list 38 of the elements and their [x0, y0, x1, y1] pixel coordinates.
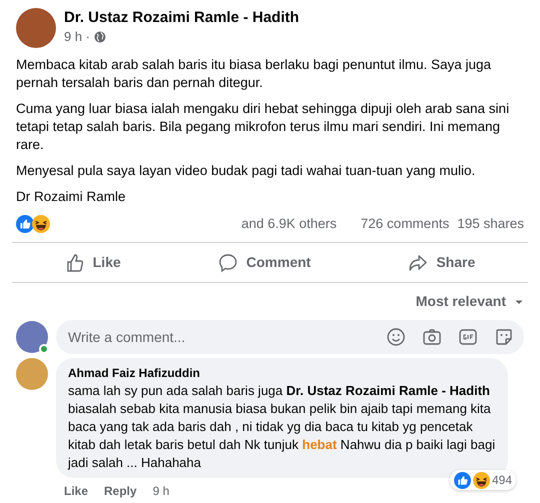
- speech-bubble-icon: [218, 252, 238, 273]
- comment-text: sama lah sy pun ada salah baris juga Dr. Ustaz Rozaimi Ramle - Hadith biasalah sebab kita manusia biasa bukan pelik bin ajaib tapi memang kita baca yang tak ada baris dah , ni tidak yg dia baca tu kitab yg pencetak kitab dah letak baris betul dah Nk tunjuk hebat Nahwu dia p baiki lagi bagi jadi salah ... Hahahaha: [68, 382, 496, 472]
- post-paragraph: Membaca kitab arab salah baris itu biasa berlaku bagi penuntut ilmu. Saya juga pernah tersalah baris dan pernah ditegur.: [16, 56, 492, 92]
- camera-icon[interactable]: [422, 327, 442, 348]
- author-name[interactable]: Dr. Ustaz Rozaimi Ramle - Hadith: [64, 9, 300, 28]
- gif-icon[interactable]: [458, 327, 478, 348]
- comment-action-link[interactable]: Reply: [104, 482, 137, 500]
- share-count[interactable]: 195 shares: [457, 214, 524, 234]
- like-reaction-icon: [16, 215, 34, 234]
- post-paragraph: Menyesal pula saya layan video budak pagi tadi wahai tuan-tuan yang mulio.: [16, 162, 476, 180]
- author-avatar: [16, 8, 56, 48]
- commenter-avatar: [16, 358, 48, 390]
- comment-field[interactable]: Write a comment...: [66, 326, 386, 349]
- post-time[interactable]: 9 h ·: [64, 27, 90, 47]
- share-button[interactable]: Share: [394, 247, 490, 278]
- comment-composer[interactable]: Write a comment...: [56, 320, 524, 354]
- comment-button[interactable]: Comment: [204, 247, 325, 278]
- like-reaction-icon: [454, 472, 471, 489]
- emoji-icon[interactable]: [386, 327, 406, 348]
- reaction-count[interactable]: and 6.9K others: [241, 214, 337, 234]
- comment-time[interactable]: 9 h: [152, 482, 170, 500]
- reaction-total: 494: [492, 472, 512, 490]
- share-arrow-icon: [408, 252, 428, 273]
- post-paragraph: Cuma yang luar biasa ialah mengaku diri hebat sehingga dipuji oleh arab sana sini tetapi tetap salah baris. Bila pegang mikrofon terus ilmu mari sendiri. Ini memang rare.: [16, 100, 510, 154]
- like-button[interactable]: Like: [50, 247, 135, 278]
- mention-link[interactable]: Dr. Ustaz Rozaimi Ramle - Hadith: [286, 383, 490, 398]
- sticker-icon[interactable]: [494, 327, 514, 348]
- comment-reactions[interactable]: 494: [450, 470, 516, 490]
- user-avatar: [16, 321, 48, 354]
- comment-count[interactable]: 726 comments: [360, 214, 450, 234]
- like-icon: [64, 252, 85, 273]
- commenter-name[interactable]: Ahmad Faiz Hafizuddin: [68, 364, 496, 382]
- sort-dropdown[interactable]: Most relevant: [416, 291, 524, 312]
- globe-icon: [94, 31, 106, 43]
- post-paragraph: Dr Rozaimi Ramle: [16, 188, 127, 206]
- laughing-reaction-icon: [472, 472, 490, 489]
- comment-action-link[interactable]: Like: [64, 482, 88, 500]
- laughing-reaction-icon: [32, 215, 50, 234]
